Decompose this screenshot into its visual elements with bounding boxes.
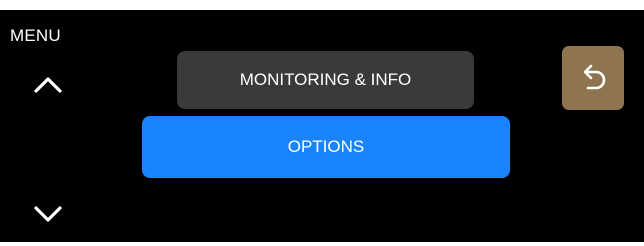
menu-item-label: OPTIONS — [287, 137, 365, 156]
menu-item-monitoring-info[interactable]: MONITORING & INFO — [177, 51, 474, 109]
undo-arrow-icon — [579, 63, 607, 93]
chevron-down-icon — [33, 206, 63, 224]
menu-screen: MENU MONITORING & INFO OPTIONS — [0, 10, 644, 242]
back-button[interactable] — [562, 46, 624, 110]
menu-item-label: MONITORING & INFO — [239, 70, 412, 89]
scroll-down-button[interactable] — [26, 198, 70, 232]
screen-title: MENU — [10, 26, 61, 45]
scroll-up-button[interactable] — [26, 67, 70, 101]
menu-item-options[interactable]: OPTIONS — [142, 116, 510, 178]
chevron-up-icon — [33, 75, 63, 93]
